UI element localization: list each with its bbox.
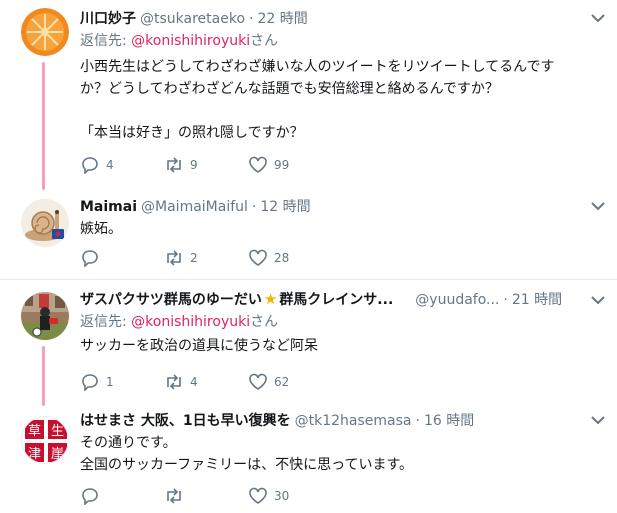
star-emoji: ★	[263, 290, 278, 308]
thread-line	[42, 346, 45, 406]
retweet-button[interactable]: 2	[164, 249, 248, 267]
display-name[interactable]: ザスパクサツ群馬のゆーだい	[80, 289, 262, 309]
reply-mention-link[interactable]: @konishihiroyuki	[131, 33, 250, 49]
tweet-text-line: 小西先生はどうしてわざわざ嫌いな人のツイートをリツイートしてるんです	[80, 59, 555, 75]
retweet-icon	[167, 250, 181, 266]
heart-icon	[249, 487, 267, 504]
reply-suffix: さん	[250, 33, 279, 49]
display-name[interactable]: はせまさ 大阪、1日も早い復興を	[80, 410, 291, 430]
retweet-count: 9	[190, 158, 198, 172]
tweet-text: 小西先生はどうしてわざわざ嫌いな人のツイートをリツイートしてるんです か？どうし…	[80, 56, 587, 144]
retweet-button[interactable]: 9	[164, 156, 248, 174]
tweet-3[interactable]: ザスパクサツ群馬のゆーだい ★ 群馬クレインサ... @yuudafo... ·…	[0, 280, 617, 406]
user-handle[interactable]: @tk12hasemasa	[295, 413, 412, 429]
tweet-2[interactable]: Maimai @MaimaiMaiful · 12 時間 嫉妬。 2 28	[0, 193, 617, 278]
like-button[interactable]: 99	[248, 156, 332, 174]
tweet-text-line: サッカーを政治の道具に使うなど阿呆	[80, 338, 318, 354]
user-handle[interactable]: @yuudafo...	[415, 292, 499, 308]
retweet-icon	[167, 488, 181, 504]
thread-line	[42, 62, 45, 190]
separator-dot: ·	[503, 292, 508, 308]
reply-count: 4	[106, 158, 114, 172]
reply-icon	[82, 250, 98, 267]
avatar-kanji-char: 崖	[51, 447, 64, 462]
separator-dot: ·	[249, 11, 254, 27]
like-count: 30	[274, 489, 290, 503]
reply-count: 1	[106, 375, 114, 389]
chevron-down-icon[interactable]	[587, 198, 609, 214]
separator-dot: ·	[251, 199, 257, 215]
display-name[interactable]: Maimai	[80, 199, 137, 215]
reply-button[interactable]	[80, 487, 164, 505]
retweet-icon	[167, 374, 181, 390]
retweet-count: 4	[190, 375, 198, 389]
separator-dot: ·	[415, 413, 420, 429]
reply-mention-link[interactable]: @konishihiroyuki	[131, 314, 250, 330]
heart-icon	[249, 249, 267, 266]
heart-icon	[249, 156, 267, 173]
like-count: 62	[274, 375, 290, 389]
avatar-stadium[interactable]	[21, 292, 69, 340]
user-handle[interactable]: @MaimaiMaiful	[141, 199, 248, 215]
retweet-button[interactable]	[164, 487, 248, 505]
avatar-kanji-char: 生	[51, 424, 64, 439]
display-name[interactable]: 川口妙子	[80, 8, 136, 28]
heart-icon	[249, 373, 267, 390]
avatar-kanji-char: 津	[28, 447, 41, 462]
timestamp[interactable]: 21 時間	[512, 289, 562, 309]
tweet-text-line: その通りです。	[80, 435, 177, 451]
tweet-4[interactable]: 草 生 津 崖 はせまさ 大阪、1日も早い復興を @tk12hasemasa ·…	[0, 404, 617, 513]
avatar-snail[interactable]	[21, 199, 69, 247]
tweet-text-line	[80, 100, 587, 122]
tweet-text-line: か？どうしてわざわざどんな話題でも安倍総理と絡めるんですか？	[80, 81, 499, 97]
display-name-continued[interactable]: 群馬クレインサ...	[279, 289, 393, 309]
reply-button[interactable]: 4	[80, 156, 164, 174]
tweet-text-line: 嫉妬。	[80, 221, 122, 237]
tweet-text-line: 「本当は好き」の照れ隠しですか？	[80, 125, 304, 141]
retweet-icon	[167, 157, 181, 173]
reply-button[interactable]: 1	[80, 373, 164, 391]
user-handle[interactable]: @tsukaretaeko	[140, 11, 245, 27]
reply-prefix: 返信先:	[80, 314, 132, 330]
chevron-down-icon[interactable]	[587, 292, 609, 308]
reply-to: 返信先: @konishihiroyukiさん	[80, 30, 587, 52]
timestamp[interactable]: 16 時間	[424, 410, 474, 430]
timestamp[interactable]: 12 時間	[260, 196, 310, 216]
like-button[interactable]: 30	[248, 487, 332, 505]
chevron-down-icon[interactable]	[587, 10, 609, 26]
tweet-text-line: 全国のサッカーファミリーは、不快に思っています。	[80, 457, 414, 473]
reply-to: 返信先: @konishihiroyukiさん	[80, 311, 587, 333]
tweet-text: サッカーを政治の道具に使うなど阿呆	[80, 335, 587, 357]
like-button[interactable]: 28	[248, 249, 332, 267]
like-count: 99	[274, 158, 290, 172]
reply-icon	[82, 488, 98, 505]
reply-suffix: さん	[250, 314, 279, 330]
tweet-text: その通りです。 全国のサッカーファミリーは、不快に思っています。	[80, 432, 587, 476]
reply-icon	[82, 157, 98, 174]
retweet-count: 2	[190, 251, 198, 265]
reply-prefix: 返信先:	[80, 33, 132, 49]
timestamp[interactable]: 22 時間	[257, 8, 307, 28]
reply-icon	[82, 374, 98, 391]
tweet-text: 嫉妬。	[80, 218, 587, 240]
chevron-down-icon[interactable]	[587, 412, 609, 428]
avatar-kanji-char: 草	[28, 424, 41, 439]
like-count: 28	[274, 251, 290, 265]
like-button[interactable]: 62	[248, 373, 332, 391]
avatar-orange[interactable]	[21, 8, 69, 56]
avatar-kanji[interactable]: 草 生 津 崖	[21, 416, 69, 464]
tweet-1[interactable]: 川口妙子 @tsukaretaeko · 22 時間 返信先: @konishi…	[0, 0, 617, 193]
reply-button[interactable]	[80, 249, 164, 267]
retweet-button[interactable]: 4	[164, 373, 248, 391]
